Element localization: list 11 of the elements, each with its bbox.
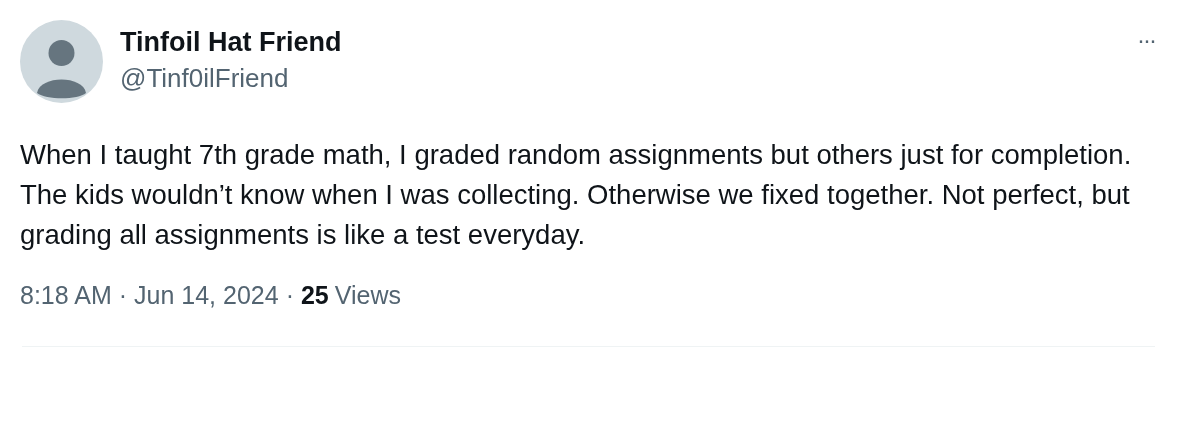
author-name[interactable]: Tinfoil Hat Friend (120, 25, 1137, 59)
views-label: Views (334, 280, 402, 311)
views-count: 25 (300, 280, 329, 311)
separator-dot: · (118, 280, 128, 311)
post-date[interactable]: Jun 14, 2024 (134, 279, 279, 311)
more-menu-button[interactable]: ··· (1137, 28, 1155, 52)
separator-dot: · (285, 280, 294, 311)
author-handle[interactable]: @Tinf0ilFriend (120, 61, 1137, 95)
post-text: When I taught 7th grade math, I graded random assignments but others just for completion. The kids wouldn’t know when I was collecting. Otherwise we fixed together. Not perfect, but grading all assignments is like a test everyday. (20, 138, 1133, 252)
avatar-icon[interactable] (20, 20, 103, 103)
post-time[interactable]: 8:18 AM (20, 279, 112, 311)
